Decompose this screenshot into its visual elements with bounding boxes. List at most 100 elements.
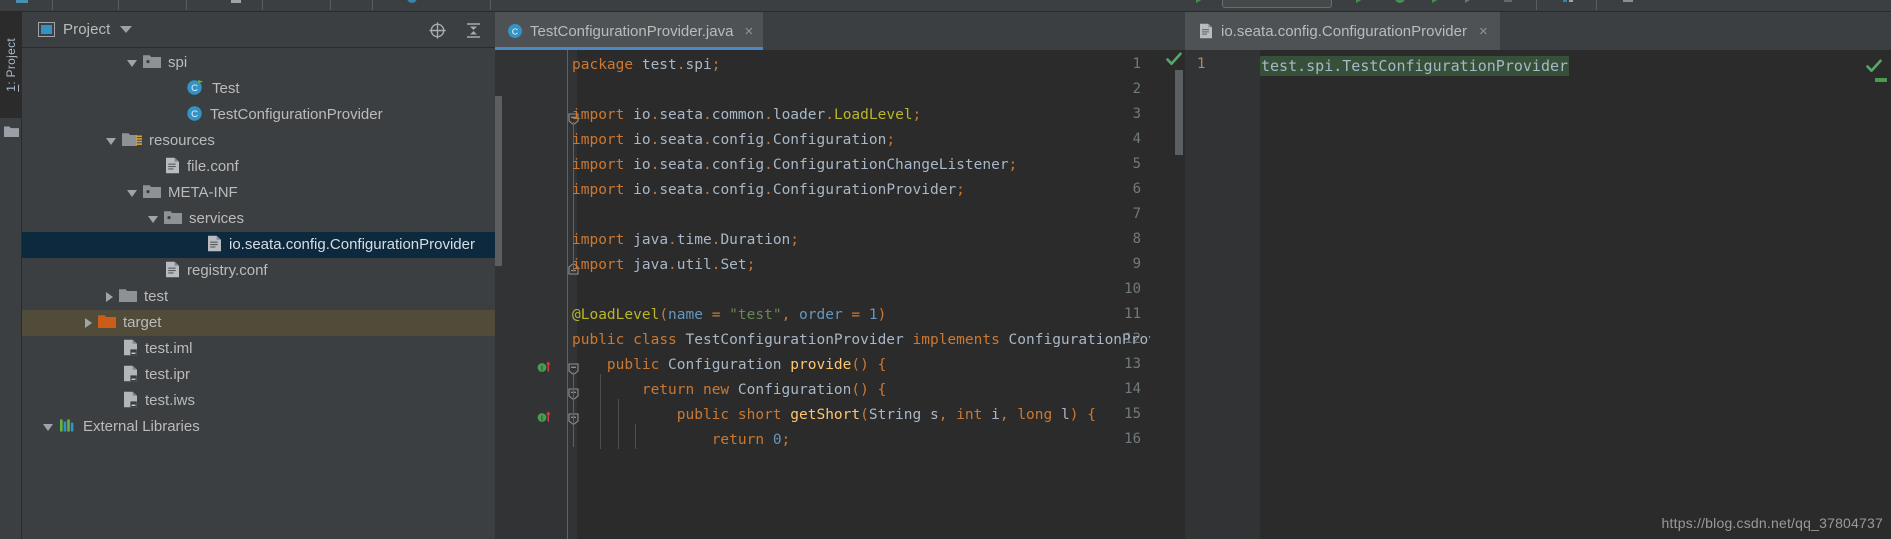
chevron-down-icon[interactable] <box>148 215 158 223</box>
code-editor[interactable]: 1 2 3 4 5 6 7 8 9 10 11 12 13 I 14 15 I 16 package test.s… <box>495 50 1185 539</box>
tree-node-io-seata-config-configurationprovider[interactable]: io.seata.config.ConfigurationProvider <box>22 232 495 258</box>
toolbar-separator <box>262 0 263 10</box>
toolbar-separator <box>1536 0 1537 10</box>
tree-node-testconfigurationprovider[interactable]: C TestConfigurationProvider <box>22 102 495 128</box>
svg-text:I: I <box>541 415 543 422</box>
tab-io-seata-config-configurationprovider[interactable]: io.seata.config.ConfigurationProvider × <box>1185 12 1500 50</box>
main-toolbar <box>0 0 1891 12</box>
toolbar-separator <box>118 0 119 10</box>
toolbar-layout-icon[interactable] <box>1560 0 1576 6</box>
override-method-gutter-icon[interactable]: I <box>537 409 553 425</box>
tree-node-external-libraries[interactable]: External Libraries <box>22 414 495 440</box>
toolbar-run-button-icon[interactable] <box>1352 0 1368 6</box>
editor-gutter[interactable] <box>495 50 577 539</box>
editor-vertical-scrollbar[interactable] <box>495 96 502 266</box>
ide-window: 1: Project Project spi C Test C TestConf… <box>0 0 1891 539</box>
tree-node-file-conf[interactable]: file.conf <box>22 154 495 180</box>
sidebar-item-project[interactable]: 1: Project <box>0 12 22 118</box>
indent-guide <box>617 399 619 449</box>
chevron-down-icon[interactable] <box>120 26 133 33</box>
chevron-down-icon[interactable] <box>43 423 53 431</box>
code-line[interactable]: import io.seata.common.loader.LoadLevel; <box>572 103 921 128</box>
folder-icon[interactable] <box>4 124 19 137</box>
watermark: https://blog.csdn.net/qq_37804737 <box>1661 515 1883 531</box>
libraries-icon <box>59 418 76 437</box>
close-icon[interactable]: × <box>1479 24 1488 39</box>
line-number: 1 <box>1197 56 1206 72</box>
indent-guide <box>600 374 602 449</box>
right-editor-tabbar: io.seata.config.ConfigurationProvider × <box>1185 12 1891 50</box>
tab-label: TestConfigurationProvider.java <box>530 22 734 40</box>
tree-node-label: test <box>144 288 169 305</box>
code-line[interactable]: return 0; <box>572 428 791 453</box>
code-text[interactable]: package test.spi; import io.seata.common.… <box>567 50 1185 539</box>
code-line[interactable]: import io.seata.config.ConfigurationProv… <box>572 178 965 203</box>
tree-node-test-iws[interactable]: test.iws <box>22 388 495 414</box>
editor-marker-scrollbar[interactable] <box>1175 70 1183 155</box>
target-crosshair-icon[interactable] <box>428 21 447 40</box>
chevron-down-icon[interactable] <box>106 137 116 145</box>
toolbar-profile-icon[interactable] <box>1462 0 1478 6</box>
project-stripe-label: 1: Project <box>4 38 18 92</box>
java-class-icon: C <box>186 105 203 126</box>
right-editor-content[interactable]: test.spi.TestConfigurationProvider <box>1260 56 1570 76</box>
code-line[interactable]: import io.seata.config.ConfigurationChan… <box>572 153 1017 178</box>
code-line[interactable]: public class TestConfigurationProvider i… <box>572 328 1185 353</box>
indent-guide <box>635 424 637 449</box>
tree-node-meta-inf[interactable]: META-INF <box>22 180 495 206</box>
toolbar-stop-icon[interactable] <box>1500 0 1516 6</box>
config-file-icon <box>1199 23 1213 39</box>
tree-node-test[interactable]: C Test <box>22 76 495 102</box>
tree-node-label: spi <box>168 54 188 71</box>
svg-text:C: C <box>191 83 198 94</box>
code-line[interactable]: @LoadLevel(name = "test", order = 1) <box>572 303 886 328</box>
code-line[interactable]: public short getShort(String s, int i, l… <box>572 403 1096 428</box>
tree-node-test-ipr[interactable]: test.ipr <box>22 362 495 388</box>
right-editor-gutter[interactable] <box>1185 50 1260 539</box>
inspection-ok-check-icon[interactable] <box>1865 57 1883 80</box>
chevron-down-icon[interactable] <box>127 59 137 67</box>
toolbar-run-with-coverage-icon[interactable] <box>1428 0 1444 6</box>
code-line[interactable]: import java.time.Duration; <box>572 228 799 253</box>
code-line[interactable]: public Configuration provide() { <box>572 353 886 378</box>
right-code-editor[interactable]: 1 test.spi.TestConfigurationProvider <box>1185 50 1891 539</box>
tree-node-target[interactable]: target <box>22 310 495 336</box>
tab-label: io.seata.config.ConfigurationProvider <box>1221 22 1467 40</box>
module-file-icon <box>123 391 138 412</box>
tree-node-label: test.ipr <box>145 366 191 383</box>
tree-node-label: Test <box>212 80 240 97</box>
toolbar-separator <box>186 0 187 10</box>
tree-node-spi[interactable]: spi <box>22 50 495 76</box>
toolbar-search-everywhere-icon[interactable] <box>1620 0 1636 6</box>
tree-node-test[interactable]: test <box>22 284 495 310</box>
tree-node-registry-conf[interactable]: registry.conf <box>22 258 495 284</box>
run-configuration-selector[interactable] <box>1222 0 1332 8</box>
toolbar-open-icon[interactable] <box>14 0 30 6</box>
toolbar-settings-icon[interactable] <box>404 0 420 6</box>
tree-node-label: test.iws <box>145 392 196 409</box>
tree-node-test-iml[interactable]: test.iml <box>22 336 495 362</box>
chevron-down-icon[interactable] <box>127 189 137 197</box>
tree-node-label: io.seata.config.ConfigurationProvider <box>229 236 475 253</box>
toolbar-save-icon[interactable] <box>228 0 244 6</box>
tree-node-label: file.conf <box>187 158 239 175</box>
tree-node-services[interactable]: services <box>22 206 495 232</box>
code-line[interactable]: return new Configuration() { <box>572 378 887 403</box>
module-file-icon <box>123 339 138 360</box>
override-method-gutter-icon[interactable]: I <box>537 359 553 375</box>
toolbar-debug-icon[interactable] <box>1392 0 1408 6</box>
tree-node-resources[interactable]: resources <box>22 128 495 154</box>
close-icon[interactable]: × <box>744 24 753 39</box>
code-line[interactable]: import java.util.Set; <box>572 253 755 278</box>
collapse-all-icon[interactable] <box>464 21 483 40</box>
resources-folder-icon <box>122 132 142 150</box>
tree-node-label: registry.conf <box>187 262 268 279</box>
chevron-right-icon[interactable] <box>85 318 92 328</box>
code-line[interactable]: import io.seata.config.Configuration; <box>572 128 895 153</box>
java-class-runnable-icon: C <box>186 79 205 100</box>
code-line[interactable]: package test.spi; <box>572 53 720 78</box>
tab-test-configuration-provider-java[interactable]: C TestConfigurationProvider.java × <box>495 12 764 50</box>
toolbar-run-icon[interactable] <box>1192 0 1208 6</box>
excluded-folder-icon <box>98 314 116 332</box>
chevron-right-icon[interactable] <box>106 292 113 302</box>
